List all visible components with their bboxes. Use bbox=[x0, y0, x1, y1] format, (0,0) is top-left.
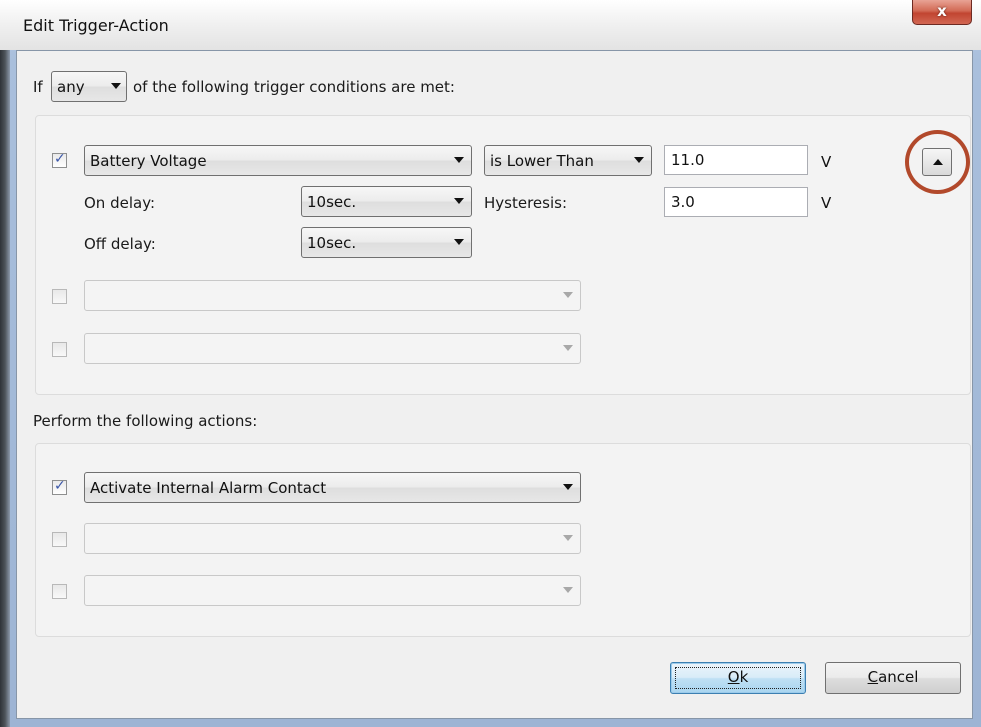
close-icon: x bbox=[937, 2, 947, 20]
chevron-down-icon bbox=[454, 198, 464, 204]
check-mark: ✓ bbox=[54, 151, 66, 167]
condition-1-comparator-dropdown[interactable]: is Lower Than bbox=[484, 145, 652, 176]
chevron-down-icon bbox=[563, 345, 573, 351]
condition-1-source-value: Battery Voltage bbox=[90, 152, 207, 170]
ok-access-key: O bbox=[727, 668, 740, 686]
triangle-up-icon bbox=[933, 159, 943, 165]
cancel-button[interactable]: Cancel bbox=[825, 662, 961, 694]
chevron-down-icon bbox=[111, 83, 121, 89]
condition-2-checkbox[interactable] bbox=[52, 289, 67, 304]
check-mark: ✓ bbox=[54, 478, 66, 494]
on-delay-dropdown[interactable]: 10sec. bbox=[301, 186, 472, 217]
chevron-down-icon bbox=[454, 239, 464, 245]
close-button[interactable]: x bbox=[912, 0, 972, 25]
chevron-down-icon bbox=[563, 535, 573, 541]
ok-label: Ok bbox=[728, 668, 749, 686]
chevron-down-icon bbox=[563, 587, 573, 593]
condition-2-source-dropdown[interactable] bbox=[84, 280, 581, 311]
hysteresis-unit: V bbox=[821, 194, 832, 212]
cancel-access-key: C bbox=[867, 668, 879, 686]
trigger-header-text: of the following trigger conditions are … bbox=[133, 78, 455, 96]
hysteresis-label: Hysteresis: bbox=[484, 194, 567, 212]
action-1-value: Activate Internal Alarm Contact bbox=[90, 479, 327, 497]
condition-1-comparator-value: is Lower Than bbox=[490, 152, 594, 170]
chevron-down-icon bbox=[563, 484, 573, 490]
off-delay-dropdown[interactable]: 10sec. bbox=[301, 227, 472, 258]
action-1-checkbox[interactable]: ✓ bbox=[52, 478, 67, 495]
if-label: If bbox=[33, 78, 43, 96]
threshold-unit: V bbox=[821, 153, 832, 171]
on-delay-label: On delay: bbox=[84, 194, 156, 212]
cancel-label-rest: ancel bbox=[878, 668, 919, 686]
threshold-input[interactable] bbox=[664, 145, 808, 175]
ok-button[interactable]: Ok bbox=[670, 662, 806, 694]
off-delay-label: Off delay: bbox=[84, 235, 156, 253]
match-mode-value: any bbox=[57, 78, 85, 96]
action-2-dropdown[interactable] bbox=[84, 523, 581, 554]
chevron-down-icon bbox=[563, 292, 573, 298]
move-up-button[interactable] bbox=[922, 148, 952, 176]
on-delay-value: 10sec. bbox=[307, 193, 357, 211]
chevron-down-icon bbox=[634, 157, 644, 163]
condition-1-checkbox[interactable]: ✓ bbox=[52, 151, 67, 168]
hysteresis-input[interactable] bbox=[664, 187, 808, 217]
match-mode-dropdown[interactable]: any bbox=[51, 71, 127, 102]
condition-3-source-dropdown[interactable] bbox=[84, 333, 581, 364]
action-3-dropdown[interactable] bbox=[84, 575, 581, 606]
condition-1-source-dropdown[interactable]: Battery Voltage bbox=[84, 145, 472, 176]
cancel-label: Cancel bbox=[868, 668, 919, 686]
window-title: Edit Trigger-Action bbox=[23, 16, 169, 35]
chevron-down-icon bbox=[454, 157, 464, 163]
title-bar[interactable]: Edit Trigger-Action bbox=[0, 0, 981, 50]
ok-label-rest: k bbox=[739, 668, 749, 686]
actions-header: Perform the following actions: bbox=[33, 412, 258, 430]
condition-3-checkbox[interactable] bbox=[52, 342, 67, 357]
off-delay-value: 10sec. bbox=[307, 234, 357, 252]
action-3-checkbox[interactable] bbox=[52, 584, 67, 599]
window-left-edge bbox=[0, 0, 10, 727]
action-2-checkbox[interactable] bbox=[52, 532, 67, 547]
action-1-dropdown[interactable]: Activate Internal Alarm Contact bbox=[84, 472, 581, 503]
